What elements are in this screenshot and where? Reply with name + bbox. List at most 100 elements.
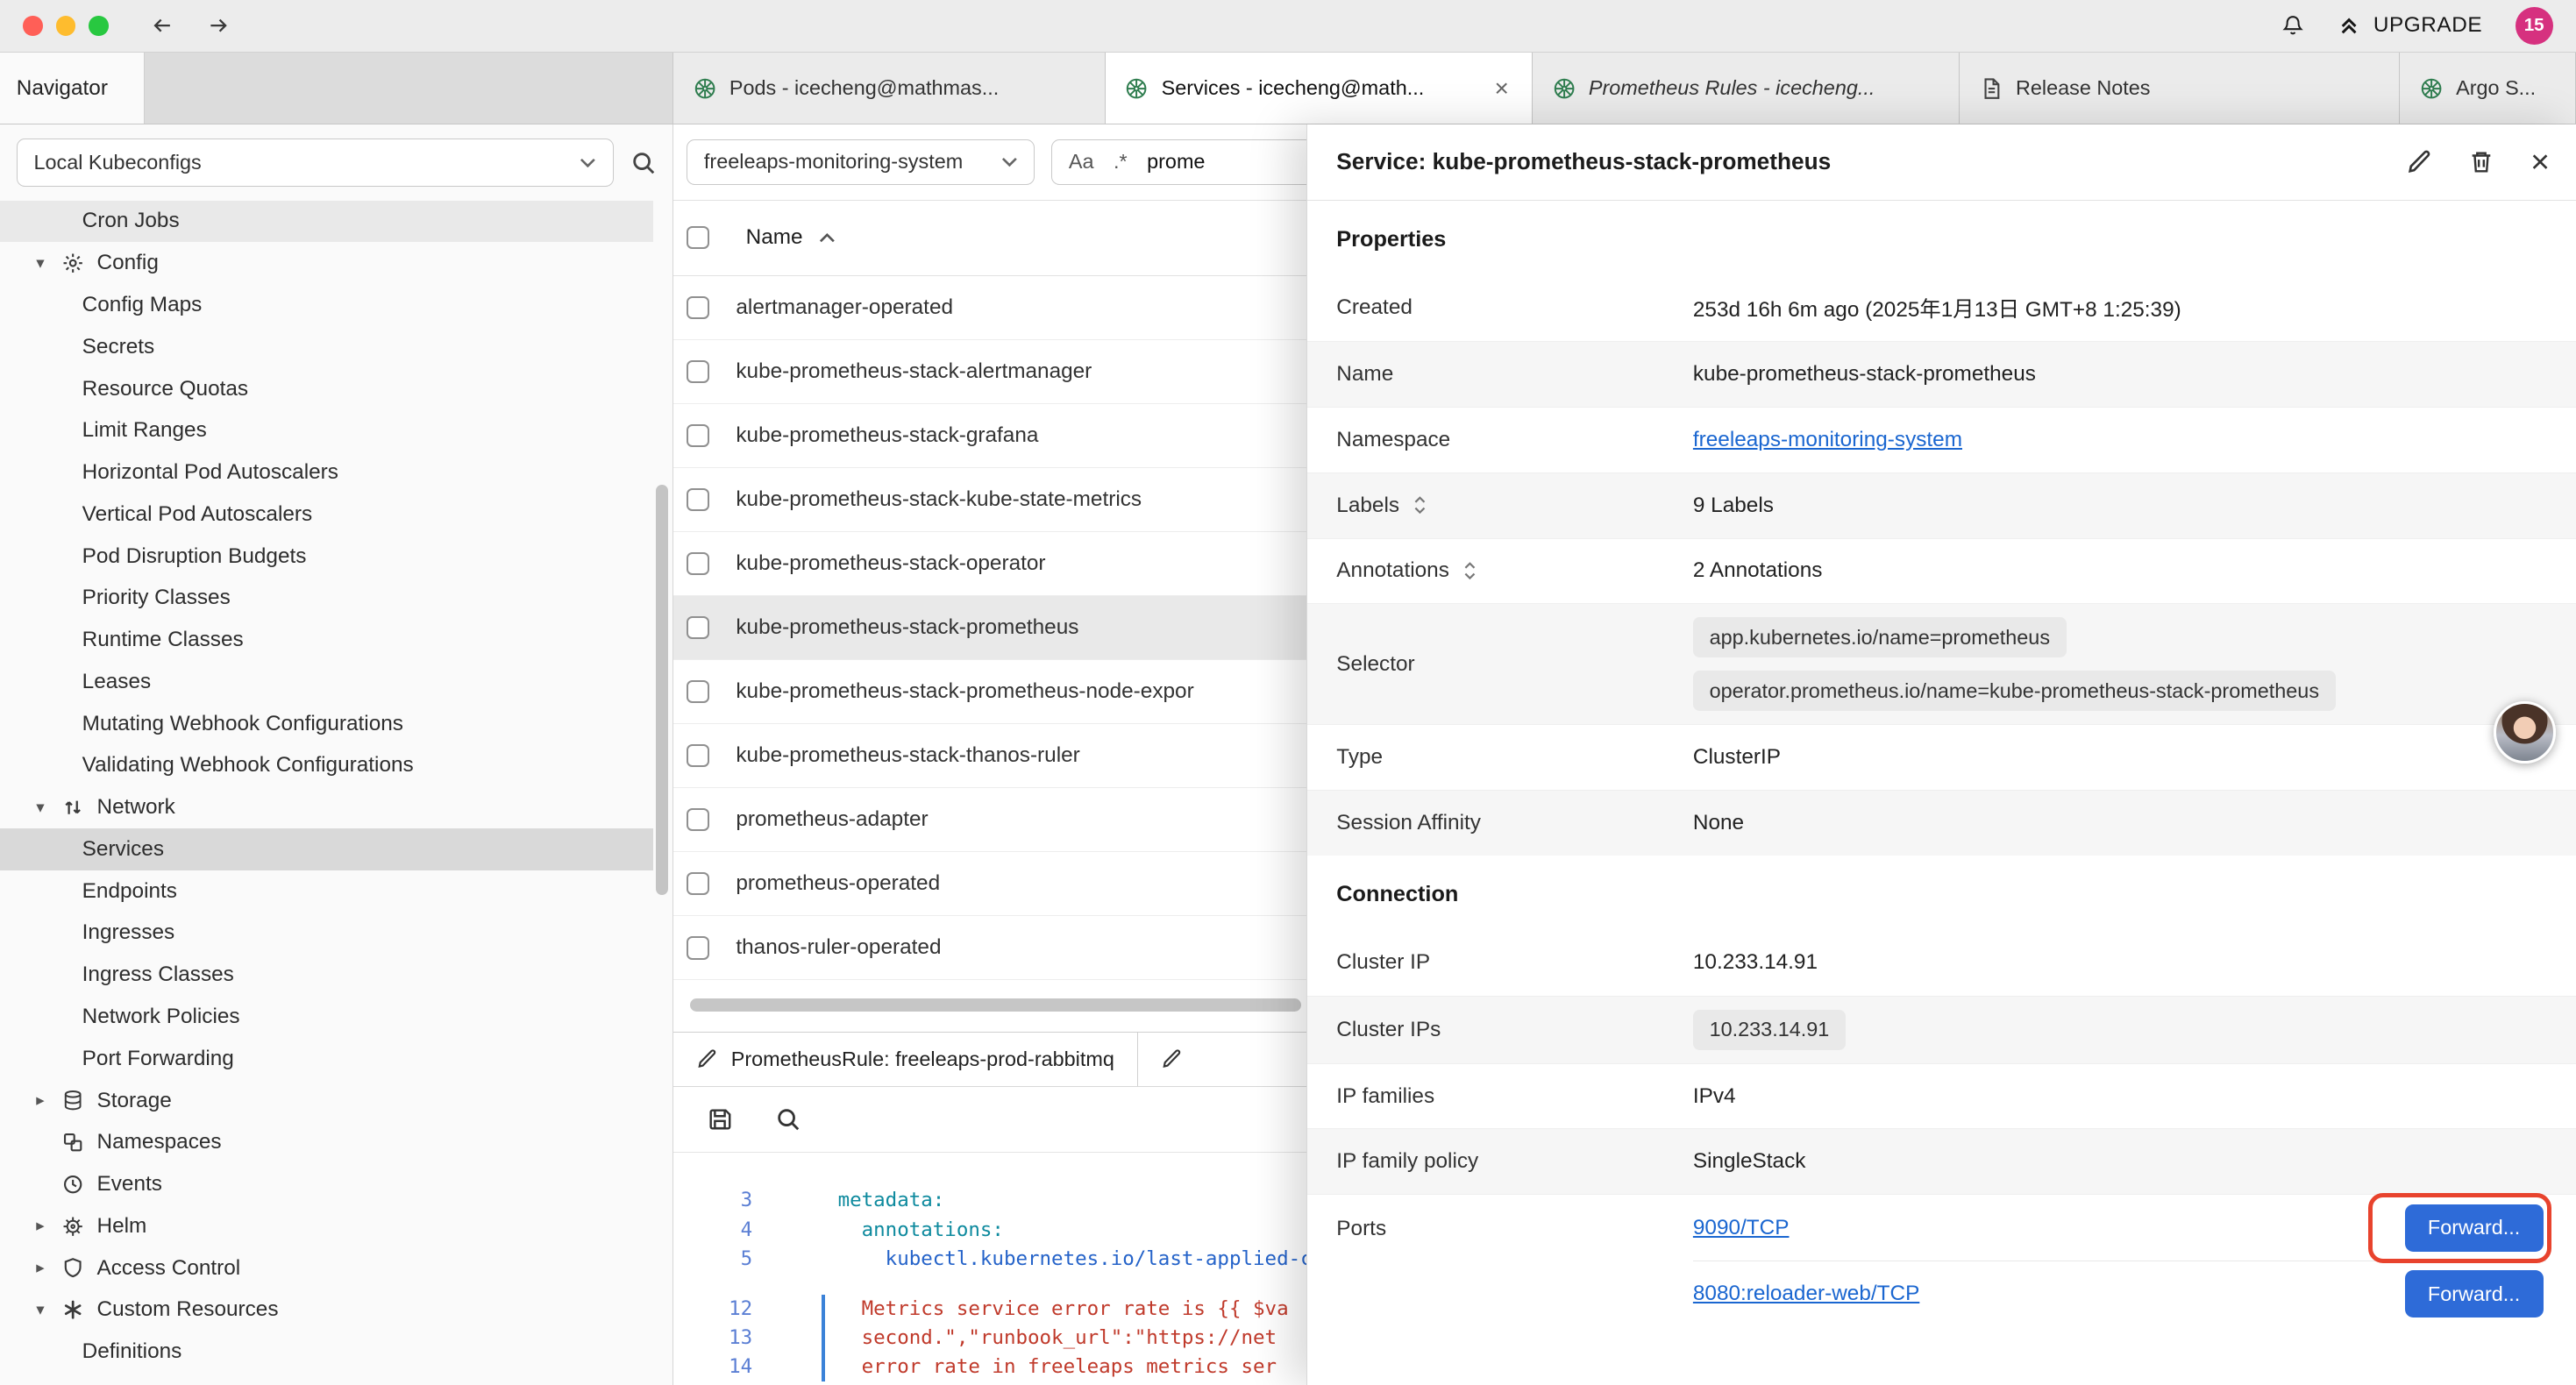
tab-pods-icecheng-mathmas[interactable]: Pods - icecheng@mathmas... bbox=[673, 53, 1106, 124]
sidebar-item-storage[interactable]: ▸Storage bbox=[0, 1080, 653, 1122]
forward-button[interactable]: Forward... bbox=[2405, 1270, 2544, 1318]
delete-trash-icon[interactable] bbox=[2468, 149, 2494, 175]
sidebar-item-endpoints[interactable]: Endpoints bbox=[0, 870, 653, 913]
chevron-right-icon[interactable]: ▸ bbox=[36, 1217, 62, 1235]
sidebar-item-definitions[interactable]: Definitions bbox=[0, 1331, 653, 1373]
sidebar-item-mutating-webhook-configurations[interactable]: Mutating Webhook Configurations bbox=[0, 703, 653, 745]
sidebar-item-secrets[interactable]: Secrets bbox=[0, 326, 653, 368]
sidebar-item-limit-ranges[interactable]: Limit Ranges bbox=[0, 409, 653, 451]
editor-tab-prometheusrule[interactable]: PrometheusRule: freeleaps-prod-rabbitmq bbox=[673, 1033, 1138, 1087]
chevron-right-icon[interactable]: ▸ bbox=[36, 1259, 62, 1277]
regex-toggle[interactable]: .* bbox=[1114, 150, 1128, 174]
sidebar-item-pod-disruption-budgets[interactable]: Pod Disruption Budgets bbox=[0, 536, 653, 578]
sidebar-item-cron-jobs[interactable]: Cron Jobs bbox=[0, 201, 653, 243]
sidebar-item-horizontal-pod-autoscalers[interactable]: Horizontal Pod Autoscalers bbox=[0, 451, 653, 494]
name-column-header[interactable]: Name bbox=[746, 225, 803, 250]
row-checkbox[interactable] bbox=[687, 424, 709, 447]
minimize-window-button[interactable] bbox=[56, 16, 75, 35]
zoom-window-button[interactable] bbox=[89, 16, 108, 35]
sidebar-item-priority-classes[interactable]: Priority Classes bbox=[0, 577, 653, 619]
row-checkbox[interactable] bbox=[687, 360, 709, 383]
row-checkbox[interactable] bbox=[687, 488, 709, 511]
row-checkbox[interactable] bbox=[687, 872, 709, 895]
edit-pencil-icon[interactable] bbox=[2406, 149, 2432, 175]
sidebar-item-config-maps[interactable]: Config Maps bbox=[0, 284, 653, 326]
chevron-down-icon[interactable]: ▾ bbox=[36, 254, 62, 273]
forward-button-wrap: Forward... bbox=[2405, 1270, 2544, 1318]
notification-badge[interactable]: 15 bbox=[2516, 7, 2553, 45]
search-icon[interactable] bbox=[630, 150, 657, 176]
fold-gutter bbox=[752, 1186, 837, 1215]
property-label-text: Annotations bbox=[1336, 558, 1449, 583]
property-label: IP families bbox=[1336, 1084, 1693, 1109]
editor-search-icon[interactable] bbox=[775, 1106, 801, 1133]
tab-argo-s[interactable]: Argo S... bbox=[2400, 53, 2576, 124]
forward-arrow-icon[interactable] bbox=[207, 14, 230, 37]
search-query-text: prome bbox=[1147, 150, 1205, 174]
property-row-annotations: Annotations 2 Annotations bbox=[1307, 538, 2576, 604]
expand-toggle-icon[interactable] bbox=[1462, 560, 1477, 581]
sidebar-item-network-policies[interactable]: Network Policies bbox=[0, 996, 653, 1038]
row-checkbox[interactable] bbox=[687, 680, 709, 703]
close-window-button[interactable] bbox=[23, 16, 42, 35]
row-checkbox[interactable] bbox=[687, 296, 709, 319]
property-label: Session Affinity bbox=[1336, 811, 1693, 835]
expand-toggle-icon[interactable] bbox=[1413, 494, 1427, 515]
sidebar-scrollbar[interactable] bbox=[656, 485, 667, 895]
close-drawer-icon[interactable]: × bbox=[2530, 146, 2550, 178]
row-checkbox[interactable] bbox=[687, 808, 709, 831]
match-case-toggle[interactable]: Aa bbox=[1069, 150, 1094, 174]
row-checkbox[interactable] bbox=[687, 936, 709, 959]
navigator-title: Navigator bbox=[17, 76, 108, 101]
sidebar-item-runtime-classes[interactable]: Runtime Classes bbox=[0, 619, 653, 661]
navigator-tab[interactable]: Navigator bbox=[0, 53, 145, 124]
sidebar-item-port-forwarding[interactable]: Port Forwarding bbox=[0, 1038, 653, 1080]
sidebar-item-ingress-classes[interactable]: Ingress Classes bbox=[0, 954, 653, 996]
upgrade-icon bbox=[2338, 14, 2360, 37]
chevron-down-icon[interactable]: ▾ bbox=[36, 799, 62, 817]
service-name: thanos-ruler-operated bbox=[736, 935, 941, 960]
sidebar-item-services[interactable]: Services bbox=[0, 828, 653, 870]
sidebar-item-config[interactable]: ▾Config bbox=[0, 242, 653, 284]
sidebar-item-vertical-pod-autoscalers[interactable]: Vertical Pod Autoscalers bbox=[0, 494, 653, 536]
sidebar-item-custom-resources[interactable]: ▾Custom Resources bbox=[0, 1289, 653, 1331]
notifications-bell-icon[interactable] bbox=[2281, 14, 2304, 37]
chevron-right-icon[interactable]: ▸ bbox=[36, 1091, 62, 1110]
tab-prometheus-rules-icecheng[interactable]: Prometheus Rules - icecheng... bbox=[1533, 53, 1960, 124]
property-label-text: Cluster IP bbox=[1336, 950, 1430, 975]
property-text: ClusterIP bbox=[1693, 745, 1781, 770]
tab-services-icecheng-math[interactable]: Services - icecheng@math...× bbox=[1106, 53, 1533, 124]
forward-button[interactable]: Forward... bbox=[2405, 1204, 2544, 1252]
sidebar-item-resource-quotas[interactable]: Resource Quotas bbox=[0, 368, 653, 410]
sidebar-item-namespaces[interactable]: Namespaces bbox=[0, 1121, 653, 1163]
row-checkbox[interactable] bbox=[687, 744, 709, 767]
row-checkbox[interactable] bbox=[687, 552, 709, 575]
save-icon[interactable] bbox=[707, 1106, 733, 1133]
chevron-down-icon[interactable]: ▾ bbox=[36, 1301, 62, 1319]
sidebar-item-access-control[interactable]: ▸Access Control bbox=[0, 1247, 653, 1289]
port-link[interactable]: 8080:reloader-web/TCP bbox=[1693, 1282, 1919, 1306]
sidebar-item-validating-webhook-configurations[interactable]: Validating Webhook Configurations bbox=[0, 745, 653, 787]
sidebar-item-label: Validating Webhook Configurations bbox=[82, 753, 414, 778]
close-tab-icon[interactable]: × bbox=[1491, 75, 1512, 103]
port-link[interactable]: 9090/TCP bbox=[1693, 1216, 1790, 1240]
horizontal-scrollbar[interactable] bbox=[690, 998, 1301, 1012]
sidebar-item-network[interactable]: ▾Network bbox=[0, 786, 653, 828]
sidebar-item-label: Vertical Pod Autoscalers bbox=[82, 502, 313, 527]
row-checkbox[interactable] bbox=[687, 616, 709, 639]
sidebar-item-leases[interactable]: Leases bbox=[0, 661, 653, 703]
sidebar-item-ingresses[interactable]: Ingresses bbox=[0, 913, 653, 955]
sidebar-item-events[interactable]: Events bbox=[0, 1163, 653, 1205]
sort-ascending-icon[interactable] bbox=[819, 233, 836, 243]
back-arrow-icon[interactable] bbox=[151, 14, 174, 37]
upgrade-button[interactable]: UPGRADE bbox=[2338, 13, 2483, 38]
property-value: 2 Annotations bbox=[1693, 546, 2546, 597]
tab-release-notes[interactable]: Release Notes bbox=[1960, 53, 2400, 124]
property-row-cluster-ips: Cluster IPs10.233.14.91 bbox=[1307, 996, 2576, 1063]
namespace-link[interactable]: freeleaps-monitoring-system bbox=[1693, 428, 1962, 452]
namespace-filter-select[interactable]: freeleaps-monitoring-system bbox=[687, 139, 1035, 185]
sidebar-item-helm[interactable]: ▸Helm bbox=[0, 1205, 653, 1247]
property-label: IP family policy bbox=[1336, 1149, 1693, 1174]
kubeconfig-select[interactable]: Local Kubeconfigs bbox=[17, 138, 614, 186]
select-all-checkbox[interactable] bbox=[687, 226, 709, 249]
